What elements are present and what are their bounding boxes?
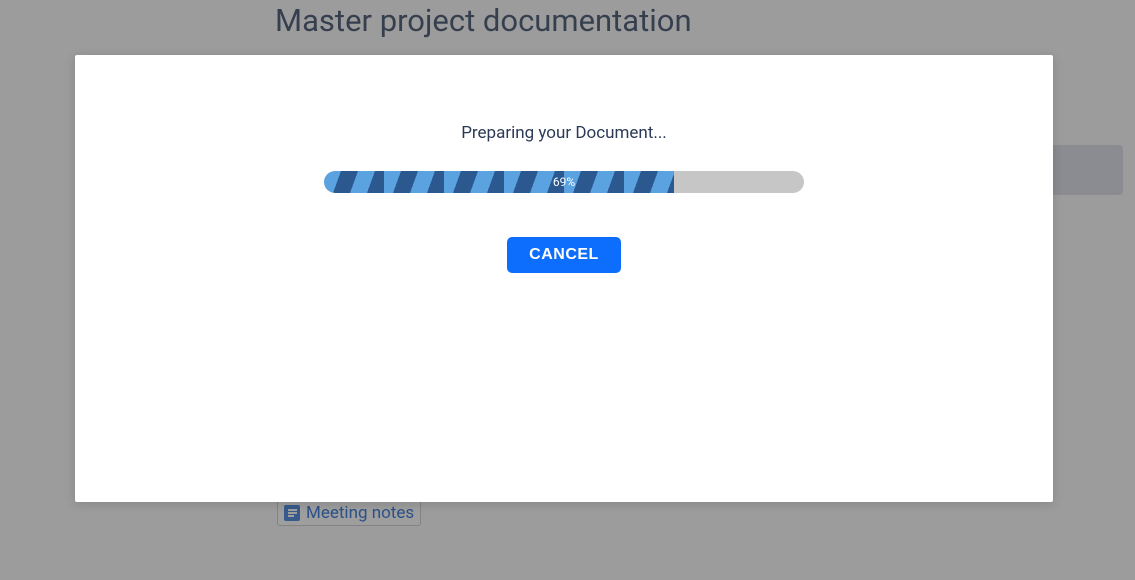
- cancel-button[interactable]: CANCEL: [507, 237, 621, 273]
- modal-message: Preparing your Document...: [75, 123, 1053, 143]
- progress-bar-fill: [324, 171, 674, 193]
- progress-bar: 69%: [324, 171, 804, 193]
- loading-modal: Preparing your Document... 69% CANCEL: [75, 55, 1053, 502]
